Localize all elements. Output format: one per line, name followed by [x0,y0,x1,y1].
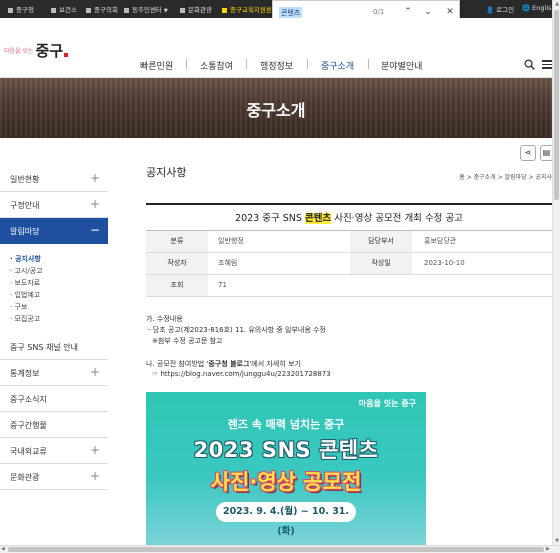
share-button[interactable]: ⋖ [520,145,536,161]
meta-label: 조회 [146,275,208,296]
contest-poster-image: 마음을 잇는 중구 렌즈 속 매력 넘치는 중구 2023 SNS 콘텐츠 사진… [146,392,426,546]
sidebar-sub-notice[interactable]: 공지사항 [10,254,41,264]
chevron-down-icon: ▼ [163,8,168,14]
minus-icon: − [89,223,100,237]
topbar-link-gucheong[interactable]: 중구청 [8,4,34,14]
find-previous-button[interactable]: ⌃ [401,5,415,19]
find-close-button[interactable]: ✕ [443,5,457,19]
banner-title: 중구소개 [246,101,306,120]
blog-link[interactable]: ☞ https://blog.naver.com/junggu4u/223201… [152,370,331,378]
meta-value: 홍보담당관 [424,237,457,245]
page-title: 공지사항 [146,166,187,179]
plus-icon: + [89,443,100,457]
sidebar-sub-announcement[interactable]: 고시/공고 [10,266,42,276]
nav-about[interactable]: 중구소개 [321,59,354,72]
building-icon [86,7,91,13]
table-row: 작성자 조혜림 작성일 2023-10-10 [146,253,552,275]
sidebar-sub-gazette[interactable]: 구보 [10,302,27,312]
poster-subtitle: 렌즈 속 매력 넘치는 중구 [227,418,345,431]
meta-value: 2023-10-10 [424,259,465,267]
print-button[interactable]: ▤ [540,145,552,161]
scroll-up-icon[interactable]: ▲ [553,1,560,7]
post-title: 2023 중구 SNS 콘텐츠 사진·영상 공모전 개최 수정 공고 [235,213,463,224]
sidebar-sub-legislation[interactable]: 입법예고 [10,290,40,300]
scroll-left-icon[interactable]: ◀ [1,546,5,552]
breadcrumb: 홈 > 중구소개 > 알림마당 > 공지사 [459,174,552,181]
site-header: 마음을 잇는 중구 빠른민원 소통참여 행정정보 중구소개 분야별안내 [0,18,552,78]
topbar-link-health[interactable]: 보건소 [51,4,77,14]
sub-visual-banner: 중구소개 [0,78,552,138]
scroll-thumb[interactable] [554,10,559,200]
language-link[interactable]: 🌐 English [522,4,556,12]
vertical-scrollbar[interactable]: ▲ ▼ [552,0,560,545]
nav-communication[interactable]: 소통참여 [200,59,233,72]
find-next-button[interactable]: ⌄ [421,5,435,19]
poster-logo: 마음을 잇는 중구 [358,398,416,408]
sidebar-item-policy[interactable]: 구정안내 + [0,192,108,218]
scroll-thumb[interactable] [8,547,544,552]
nav-quick-service[interactable]: 빠른민원 [140,59,173,72]
find-match-count: 0/1 [373,8,385,16]
body-line: 가. 수정내용 [146,315,183,323]
meta-value: 71 [218,281,227,289]
building-icon [51,7,56,13]
meta-label: 분류 [146,231,208,252]
building-icon [8,7,13,13]
plus-icon: + [89,469,100,483]
sidebar-item-exchange[interactable]: 국내외교류 + [0,438,108,464]
plus-icon: + [89,197,100,211]
sidebar-item-publications[interactable]: 중구간행물 [0,412,108,438]
sidebar-item-sns[interactable]: 중구 SNS 채널 안내 [0,334,108,360]
poster-headline-2: 사진·영상 공모전 [210,470,362,494]
site-logo[interactable]: 마음을 잇는 중구 [4,40,69,60]
body-line: - 당초 공고(제2023-816호) 11. 유의사항 중 일부내용 수정 [148,326,326,334]
sidebar-item-notices[interactable]: 알림마당 − [0,218,108,244]
body-line: ※첨부 수정 공고문 참고 [152,337,223,345]
scroll-down-icon[interactable]: ▼ [553,538,560,544]
share-icon: ⋖ [524,148,532,157]
meta-value: 조혜림 [218,259,238,267]
nav-divider [246,59,247,69]
menu-icon[interactable] [542,60,552,69]
sidebar-sub-recruit[interactable]: 모집공고 [10,314,40,324]
meta-label: 작성일 [350,253,412,274]
plus-icon: + [89,171,100,185]
sidebar-item-newsletter[interactable]: 중구소식지 [0,386,108,412]
table-row: 조회 71 [146,275,552,297]
nav-divider [368,59,369,69]
meta-value: 일반행정 [218,237,244,245]
poster-date: 2023. 9. 4.(월) ~ 10. 31.(화) [216,502,356,537]
building-icon [124,7,129,13]
table-row: 분류 일반행정 담당부서 홍보담당관 [146,231,552,253]
find-highlight: 콘텐츠 [304,213,332,224]
nav-divider [307,59,308,69]
topbar-link-education[interactable]: 중구교육지원센 [222,4,272,14]
horizontal-scrollbar[interactable]: ◀ ▶ [0,545,560,553]
building-icon [180,7,185,13]
meta-label: 담당부서 [350,231,412,252]
building-icon [222,7,227,13]
poster-headline: 2023 SNS 콘텐츠 [193,438,379,462]
title-rule [146,203,552,205]
meta-label: 작성자 [146,253,208,274]
plus-icon: + [89,365,100,379]
topbar-link-culture[interactable]: 문화관광 [180,4,212,14]
search-icon[interactable] [524,59,535,70]
nav-field-guide[interactable]: 분야별안내 [381,59,422,72]
logo-seal [64,53,69,57]
nav-divider [186,59,187,69]
nav-admin-info[interactable]: 행정정보 [260,59,293,72]
body-line: 나. 공모전 참여방법 '중구청 블로그'에서 자세히 보기 [146,360,301,368]
sidebar-sub-press[interactable]: 보도자료 [10,278,40,288]
sidebar-item-statistics[interactable]: 통계정보 + [0,360,108,386]
login-link[interactable]: 👤 로그인 [486,4,514,14]
scroll-right-icon[interactable]: ▶ [546,546,550,552]
print-icon: ▤ [542,148,551,157]
topbar-link-community-center[interactable]: 동주민센터 ▼ [124,4,168,14]
sidebar-item-culture[interactable]: 문화관광 + [0,464,108,490]
topbar-link-council[interactable]: 중구의회 [86,4,118,14]
sidebar-item-overview[interactable]: 일반현황 + [0,166,108,192]
